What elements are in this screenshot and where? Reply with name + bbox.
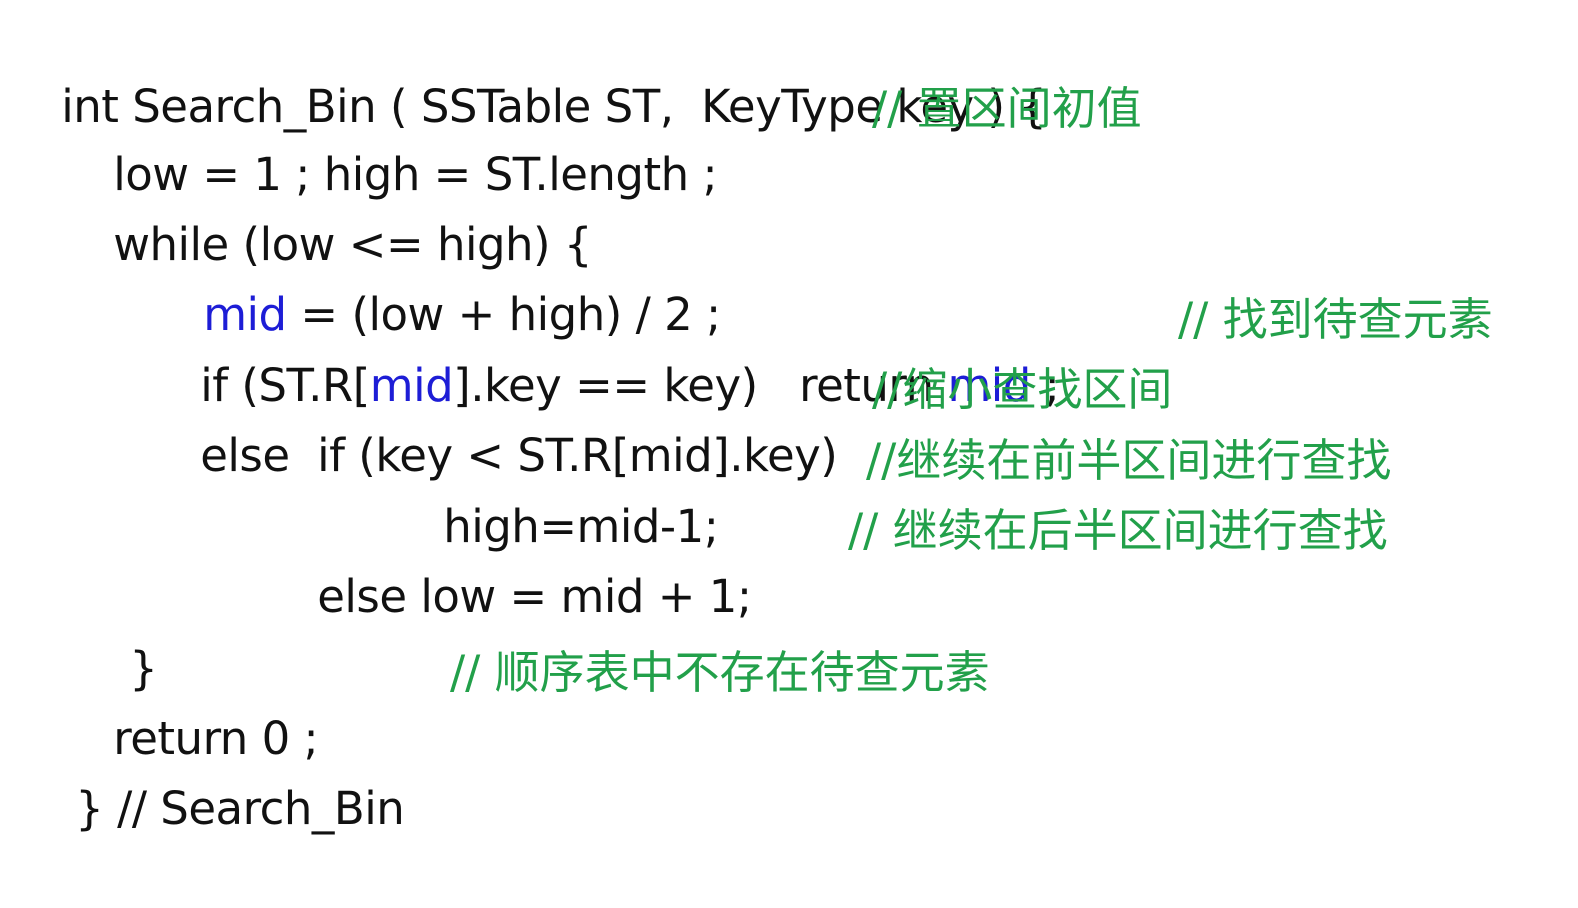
code-line-if-found: if (ST.R[mid].key == key) return mid ; (145, 287, 1060, 412)
code-line-return: return 0 ; (58, 640, 319, 765)
comment-init: // 置区间初值 (872, 82, 1142, 135)
code-line-high: high=mid-1; (388, 428, 719, 553)
code-line-init: low = 1 ; high = ST.length ; (58, 76, 717, 201)
comment-back-half: // 继续在后半区间进行查找 (848, 504, 1388, 557)
comment-found: // 找到待查元素 (1178, 293, 1493, 346)
code-line-end: } // Search_Bin (20, 710, 405, 835)
code-line-signature: int Search_Bin ( SSTable ST, KeyType key… (6, 8, 1047, 133)
code-listing: int Search_Bin ( SSTable ST, KeyType key… (0, 0, 1578, 835)
code-text: else low = mid + 1; (317, 570, 752, 623)
code-line-while: while (low <= high) { (58, 146, 592, 271)
code-line-mid: mid = (low + high) / 2 ; (148, 216, 721, 341)
comment-front-half: //继续在前半区间进行查找 (866, 434, 1392, 487)
comment-not-found: // 顺序表中不存在待查元素 (450, 646, 990, 699)
code-line-close-while: } (74, 570, 158, 695)
code-line-else-low: else low = mid + 1; (262, 498, 752, 623)
code-text: } // Search_Bin (75, 782, 405, 835)
code-line-else-if: else if (key < ST.R[mid].key) (145, 357, 838, 482)
comment-narrow: //缩小查找区间 (872, 363, 1173, 416)
